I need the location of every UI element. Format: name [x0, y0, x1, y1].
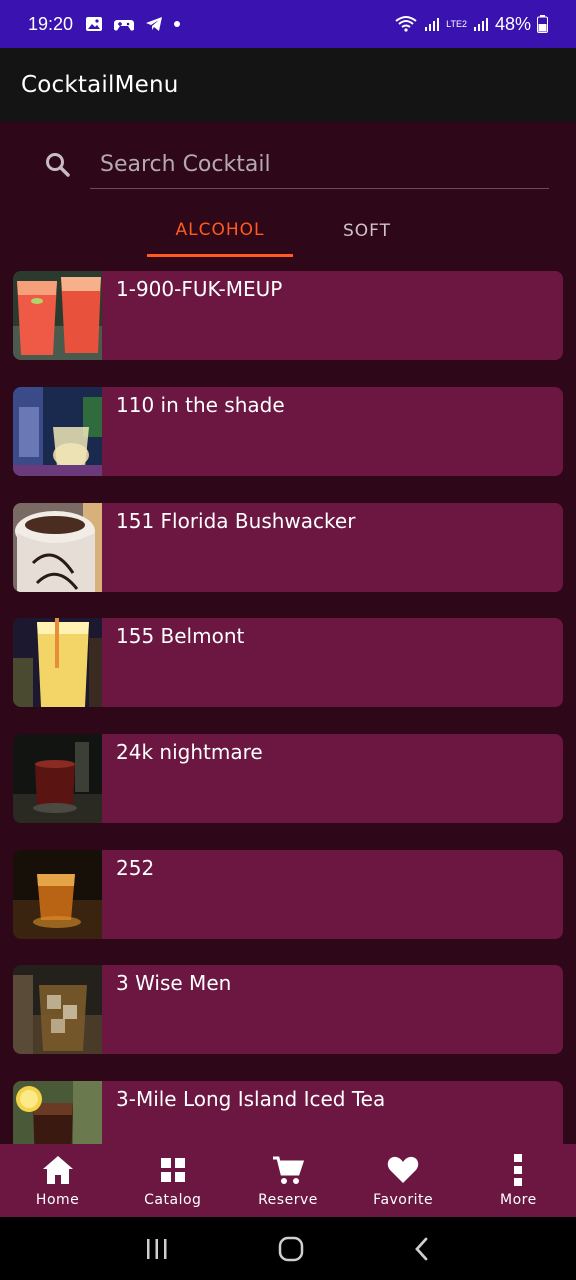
cocktail-thumbnail	[13, 734, 102, 823]
game-controller-icon	[113, 20, 135, 31]
cocktail-name: 151 Florida Bushwacker	[116, 509, 356, 533]
cocktail-card[interactable]: 252	[13, 850, 563, 939]
notification-dot-icon	[174, 21, 181, 27]
cocktail-name: 155 Belmont	[116, 624, 245, 648]
cocktail-thumbnail	[13, 965, 102, 1054]
cocktail-name: 24k nightmare	[116, 740, 263, 764]
search-icon[interactable]	[44, 151, 72, 179]
cocktail-name: 110 in the shade	[116, 393, 285, 417]
gallery-icon	[86, 17, 103, 31]
cocktail-card[interactable]: 155 Belmont	[13, 618, 563, 707]
signal-icon	[425, 18, 440, 31]
network-label: LTE2	[446, 18, 467, 29]
cocktail-thumbnail	[13, 271, 102, 360]
heart-icon	[387, 1156, 419, 1183]
status-bar: 19:20 LTE2 48%	[0, 0, 576, 48]
battery-icon	[537, 15, 548, 33]
nav-favorite[interactable]: Favorite	[346, 1144, 461, 1217]
nav-more[interactable]: More	[461, 1144, 576, 1217]
cocktail-card[interactable]: 110 in the shade	[13, 387, 563, 476]
home-icon	[42, 1156, 73, 1184]
cocktail-thumbnail	[13, 618, 102, 707]
battery-percent: 48%	[494, 13, 531, 34]
cocktail-name: 1-900-FUK-MEUP	[116, 277, 283, 301]
nav-catalog[interactable]: Catalog	[115, 1144, 230, 1217]
cocktail-thumbnail	[13, 850, 102, 939]
home-button-icon[interactable]	[278, 1236, 304, 1262]
wifi-icon	[395, 16, 417, 32]
cocktail-card[interactable]: 24k nightmare	[13, 734, 563, 823]
app-bar: CocktailMenu	[0, 48, 576, 122]
nav-label: Reserve	[258, 1192, 318, 1208]
recent-apps-icon[interactable]	[144, 1237, 170, 1261]
tab-soft[interactable]: SOFT	[293, 205, 441, 257]
telegram-icon	[146, 17, 163, 31]
nav-reserve[interactable]: Reserve	[230, 1144, 345, 1217]
system-navigation-bar	[0, 1217, 576, 1280]
signal-icon-2	[473, 18, 488, 31]
cocktail-thumbnail	[13, 503, 102, 592]
nav-label: Catalog	[144, 1192, 202, 1208]
cocktail-name: 252	[116, 856, 155, 880]
search-input[interactable]	[90, 140, 549, 189]
nav-label: Home	[35, 1192, 80, 1208]
nav-label: Favorite	[373, 1192, 434, 1208]
back-icon[interactable]	[412, 1236, 432, 1262]
tab-alcohol[interactable]: ALCOHOL	[147, 205, 293, 257]
cart-icon	[272, 1156, 304, 1184]
cocktail-card[interactable]: 151 Florida Bushwacker	[13, 503, 563, 592]
screen: 19:20 LTE2 48% CocktailMenu ALCOHOL SOFT	[0, 0, 576, 1280]
cocktail-thumbnail	[13, 387, 102, 476]
search-bar	[44, 140, 549, 189]
cocktail-list[interactable]: 1-900-FUK-MEUP 110 in the shade 151 Flor…	[13, 271, 563, 1144]
app-title: CocktailMenu	[21, 72, 179, 98]
grid-icon	[160, 1158, 185, 1182]
cocktail-card[interactable]: 1-900-FUK-MEUP	[13, 271, 563, 360]
cocktail-name: 3 Wise Men	[116, 971, 232, 995]
nav-home[interactable]: Home	[0, 1144, 115, 1217]
cocktail-card[interactable]: 3-Mile Long Island Iced Tea	[13, 1081, 563, 1144]
cocktail-card[interactable]: 3 Wise Men	[13, 965, 563, 1054]
more-vertical-icon	[514, 1154, 523, 1186]
nav-label: More	[499, 1192, 537, 1208]
cocktail-thumbnail	[13, 1081, 102, 1144]
bottom-navigation: Home Catalog Reserve Favorite More	[0, 1144, 576, 1217]
status-time: 19:20	[28, 13, 74, 34]
category-tabs: ALCOHOL SOFT	[147, 205, 447, 259]
cocktail-name: 3-Mile Long Island Iced Tea	[116, 1087, 386, 1111]
